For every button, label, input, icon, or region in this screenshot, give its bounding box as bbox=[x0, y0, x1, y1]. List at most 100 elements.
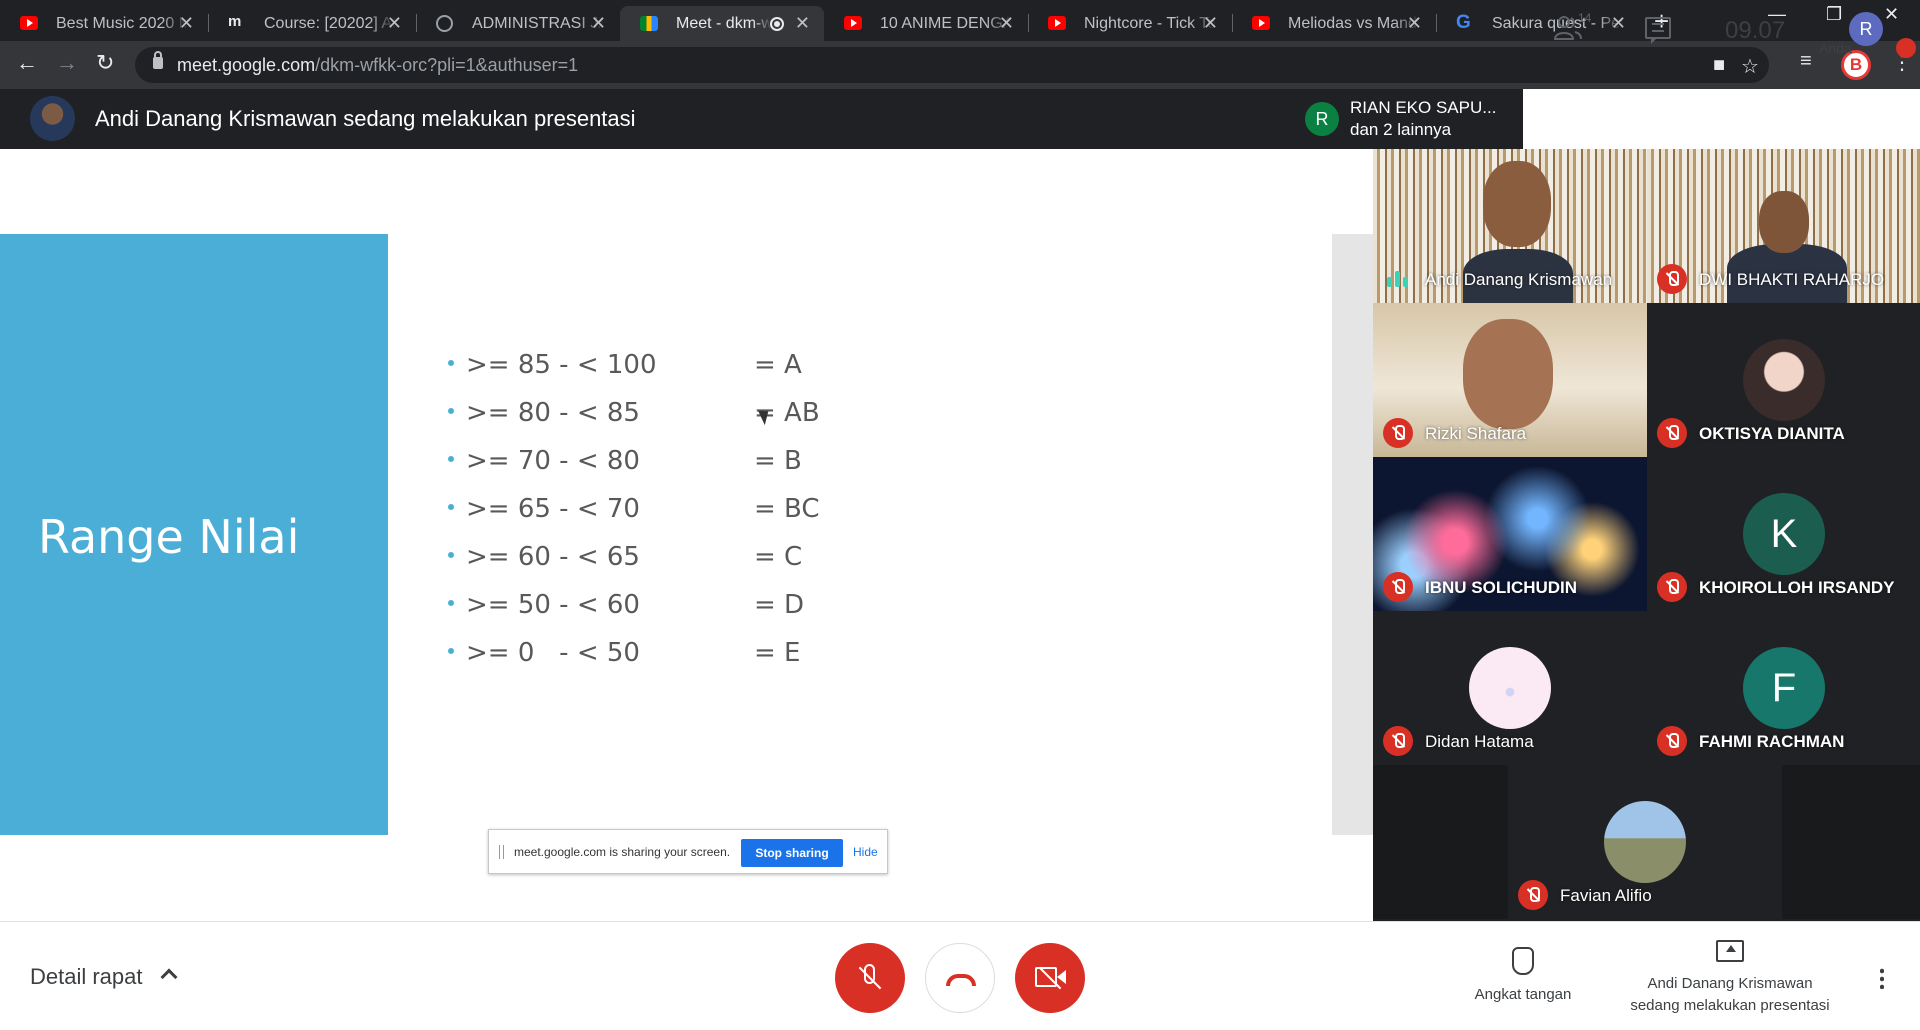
browser-tab[interactable]: Nightcore - Tick To ✕ bbox=[1028, 6, 1232, 41]
speaker-others: dan 2 lainnya bbox=[1350, 120, 1452, 139]
forward-icon[interactable]: → bbox=[56, 50, 78, 76]
microphone-toggle-button[interactable] bbox=[835, 943, 905, 1013]
self-label: Anda bbox=[1819, 40, 1852, 56]
grade-letter: = BC bbox=[754, 494, 820, 524]
meet-top-bar: Andi Danang Krismawan sedang melakukan p… bbox=[0, 89, 1920, 149]
participant-tile[interactable]: Favian Alifio bbox=[1508, 765, 1782, 919]
participant-name: FAHMI RACHMAN bbox=[1699, 732, 1845, 751]
self-avatar[interactable]: R bbox=[1849, 12, 1883, 46]
more-options-icon[interactable] bbox=[1880, 967, 1884, 989]
restore-icon[interactable]: ❐ bbox=[1826, 4, 1842, 25]
lock-icon[interactable] bbox=[153, 51, 163, 69]
raise-hand-label: Angkat tangan bbox=[1474, 986, 1572, 1003]
tab-title: Course: [20202] AD bbox=[264, 14, 396, 32]
presenter-banner: Andi Danang Krismawan sedang melakukan p… bbox=[95, 106, 636, 131]
muted-mic-icon bbox=[1383, 726, 1413, 756]
grade-letter: = E bbox=[754, 638, 801, 668]
close-window-icon[interactable]: ✕ bbox=[1884, 4, 1899, 25]
youtube-icon bbox=[844, 16, 862, 30]
slide-title: Range Nilai bbox=[38, 510, 300, 564]
browser-tab[interactable]: Best Music 2020 M ✕ bbox=[0, 6, 208, 41]
grade-letter: = B bbox=[754, 446, 802, 476]
presentation-status-button[interactable]: Andi Danang Krismawan sedang melakukan p… bbox=[1610, 940, 1850, 1017]
media-control-icon[interactable]: ≡ bbox=[1800, 50, 1812, 73]
close-tab-icon[interactable]: ✕ bbox=[999, 13, 1014, 34]
stop-sharing-button[interactable]: Stop sharing bbox=[741, 839, 843, 867]
grid-filler bbox=[1373, 765, 1508, 919]
bullet bbox=[448, 360, 454, 366]
muted-mic-icon bbox=[1383, 572, 1413, 602]
slide-title-panel: Range Nilai bbox=[0, 234, 388, 835]
browser-tab[interactable]: ADMINISTRASI JAR ✕ bbox=[416, 6, 620, 41]
browser-tab[interactable]: G Sakura quest - Pen ✕ bbox=[1436, 6, 1640, 41]
browser-tab[interactable]: 10 ANIME DENGA ✕ bbox=[824, 6, 1028, 41]
close-tab-icon[interactable]: ✕ bbox=[387, 13, 402, 34]
browser-toolbar: ← → ↻ meet.google.com/dkm-wfkk-orc?pli=1… bbox=[0, 41, 1920, 89]
youtube-icon bbox=[1048, 16, 1066, 30]
camera-toggle-button[interactable] bbox=[1015, 943, 1085, 1013]
participant-tile[interactable]: IBNU SOLICHUDIN bbox=[1373, 457, 1647, 611]
close-tab-icon[interactable]: ✕ bbox=[795, 13, 810, 34]
grade-range: >= 0 - < 50 bbox=[466, 638, 640, 668]
url-text[interactable]: meet.google.com/dkm-wfkk-orc?pli=1&authu… bbox=[177, 55, 578, 76]
participant-avatar: F bbox=[1743, 647, 1825, 729]
close-tab-icon[interactable]: ✕ bbox=[591, 13, 606, 34]
presentation-status-line1: Andi Danang Krismawan bbox=[1647, 975, 1813, 992]
bookmark-star-icon[interactable]: ☆ bbox=[1741, 54, 1759, 79]
presentation-status-line2: sedang melakukan presentasi bbox=[1630, 997, 1830, 1014]
hand-icon bbox=[1512, 947, 1534, 975]
participant-tile[interactable]: F FAHMI RACHMAN bbox=[1647, 611, 1920, 765]
bullet bbox=[448, 552, 454, 558]
bullet bbox=[448, 408, 454, 414]
grade-range: >= 50 - < 60 bbox=[466, 590, 640, 620]
participant-tile[interactable]: Andi Danang Krismawan bbox=[1373, 149, 1647, 303]
speaking-indicator-icon bbox=[1387, 271, 1409, 287]
chevron-up-icon[interactable] bbox=[160, 968, 178, 986]
participant-name: KHOIROLLOH IRSANDY bbox=[1699, 578, 1895, 597]
address-bar[interactable]: meet.google.com/dkm-wfkk-orc?pli=1&authu… bbox=[135, 47, 1769, 83]
back-icon[interactable]: ← bbox=[16, 50, 38, 76]
participant-tile[interactable]: K KHOIROLLOH IRSANDY bbox=[1647, 457, 1920, 611]
grade-letter: = D bbox=[754, 590, 805, 620]
url-host: meet.google.com bbox=[177, 55, 316, 75]
browser-tab[interactable]: Meliodas vs Mand ✕ bbox=[1232, 6, 1436, 41]
browser-tab-active[interactable]: Meet - dkm-w ✕ bbox=[620, 6, 824, 41]
bullet bbox=[448, 600, 454, 606]
participant-tile[interactable]: Rizki Shafara bbox=[1373, 303, 1647, 457]
close-tab-icon[interactable]: ✕ bbox=[1203, 13, 1218, 34]
participant-tile[interactable]: OKTISYA DIANITA bbox=[1647, 303, 1920, 457]
participant-tile[interactable]: DWI BHAKTI RAHARJO bbox=[1647, 149, 1920, 303]
close-tab-icon[interactable]: ✕ bbox=[1611, 13, 1626, 34]
drag-handle-icon[interactable] bbox=[499, 845, 504, 859]
close-tab-icon[interactable]: ✕ bbox=[179, 13, 194, 34]
camera-icon[interactable]: ■ bbox=[1713, 54, 1725, 77]
reload-icon[interactable]: ↻ bbox=[96, 50, 114, 76]
close-tab-icon[interactable]: ✕ bbox=[1407, 13, 1422, 34]
grid-filler bbox=[1782, 765, 1920, 919]
youtube-icon bbox=[20, 16, 38, 30]
hide-button[interactable]: Hide bbox=[853, 845, 878, 859]
chat-icon[interactable] bbox=[1645, 17, 1671, 44]
grade-range: >= 70 - < 80 bbox=[466, 446, 640, 476]
participant-name: Rizki Shafara bbox=[1425, 424, 1527, 443]
grade-letter: = A bbox=[754, 350, 802, 380]
leave-call-button[interactable] bbox=[925, 943, 995, 1013]
participant-avatar bbox=[1604, 801, 1686, 883]
participant-tile[interactable]: Didan Hatama bbox=[1373, 611, 1647, 765]
browser-tab[interactable]: m Course: [20202] AD ✕ bbox=[208, 6, 416, 41]
recording-icon bbox=[770, 17, 784, 31]
youtube-icon bbox=[1252, 16, 1270, 30]
grade-range: >= 65 - < 70 bbox=[466, 494, 640, 524]
participant-avatar bbox=[1743, 339, 1825, 421]
participant-name: Andi Danang Krismawan bbox=[1425, 270, 1613, 289]
screen-share-notification: meet.google.com is sharing your screen. … bbox=[488, 829, 888, 874]
self-muted-icon bbox=[1896, 38, 1916, 58]
meeting-details-button[interactable]: Detail rapat bbox=[30, 964, 143, 990]
speaker-avatar: R bbox=[1305, 102, 1339, 136]
grade-range: >= 60 - < 65 bbox=[466, 542, 640, 572]
meeting-clock: 09.07 bbox=[1725, 17, 1786, 44]
raise-hand-button[interactable]: Angkat tangan bbox=[1468, 947, 1578, 1003]
bullet bbox=[448, 456, 454, 462]
participant-name: DWI BHAKTI RAHARJO bbox=[1699, 270, 1885, 289]
tab-title: ADMINISTRASI JAR bbox=[472, 14, 604, 32]
